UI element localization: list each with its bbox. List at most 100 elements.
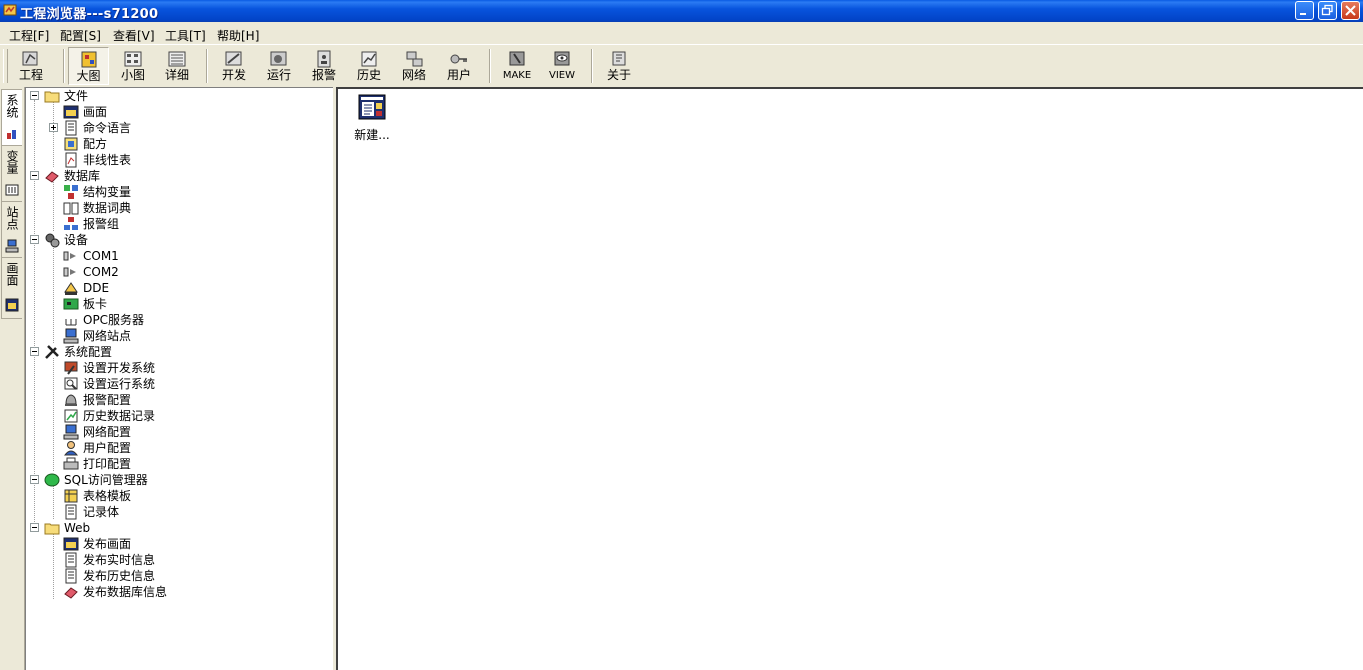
app-icon bbox=[3, 4, 17, 16]
database-icon bbox=[64, 587, 78, 599]
key-icon bbox=[450, 54, 467, 64]
alarm-icon bbox=[317, 50, 331, 68]
collapse-toggle[interactable] bbox=[30, 347, 39, 356]
tree-line bbox=[53, 246, 54, 343]
bell-icon bbox=[65, 394, 77, 406]
toolbar-grip[interactable] bbox=[3, 49, 8, 83]
window-title: 工程浏览器---s71200 bbox=[20, 7, 159, 22]
details-button[interactable]: 详细 bbox=[157, 47, 197, 85]
serial-port-icon bbox=[63, 267, 76, 277]
screen-icon bbox=[63, 537, 79, 551]
gears-icon bbox=[45, 233, 60, 248]
run-icon bbox=[270, 51, 287, 66]
project-icon bbox=[22, 51, 38, 66]
view-icon bbox=[554, 51, 570, 66]
restore-icon bbox=[1321, 4, 1333, 16]
stations-tab-icon bbox=[5, 239, 19, 253]
close-button[interactable] bbox=[1341, 1, 1360, 20]
collapse-toggle[interactable] bbox=[30, 91, 39, 100]
develop-button[interactable]: 开发 bbox=[213, 47, 255, 85]
computer-icon bbox=[63, 328, 79, 344]
content-pane: 新建... bbox=[336, 87, 1363, 670]
system-tab-icon bbox=[7, 130, 16, 139]
make-icon bbox=[509, 51, 525, 66]
network-button[interactable]: 网络 bbox=[393, 47, 435, 85]
alarm-group-icon bbox=[64, 217, 78, 230]
user-icon bbox=[63, 441, 79, 456]
large-icons-icon bbox=[81, 51, 96, 68]
folder-icon bbox=[44, 91, 60, 103]
new-screen-item[interactable]: 新建... bbox=[352, 93, 392, 143]
template-icon bbox=[64, 489, 78, 503]
menu-bar: 工程[F] 配置[S] 查看[V] 工具[T] 帮助[H] bbox=[0, 24, 1363, 44]
develop-icon bbox=[225, 51, 242, 66]
struct-icon bbox=[64, 185, 78, 199]
about-icon bbox=[612, 51, 626, 66]
tree-line bbox=[34, 100, 35, 532]
tab-variables[interactable]: 变量 bbox=[1, 145, 22, 202]
project-tree: 文件 画面 命令语言 配方 非线性表 数据库 结构变量 数据词典 报警组 设备 bbox=[25, 87, 333, 670]
run-settings-icon bbox=[64, 377, 78, 390]
small-icons-button[interactable]: 小图 bbox=[113, 47, 153, 85]
menu-help[interactable]: 帮助[H] bbox=[215, 26, 261, 45]
toolbar-separator bbox=[489, 49, 491, 83]
tab-screens[interactable]: 画面 bbox=[1, 257, 22, 319]
toolbar-separator bbox=[591, 49, 593, 83]
alarm-button[interactable]: 报警 bbox=[303, 47, 345, 85]
folder-icon bbox=[44, 523, 60, 535]
menu-project[interactable]: 工程[F] bbox=[7, 26, 51, 45]
close-icon bbox=[1345, 5, 1356, 16]
serial-port-icon bbox=[63, 251, 76, 261]
new-screen-icon bbox=[358, 94, 386, 120]
board-icon bbox=[63, 298, 79, 310]
about-button[interactable]: 关于 bbox=[598, 47, 640, 85]
opc-icon bbox=[64, 314, 78, 326]
document-icon bbox=[65, 120, 77, 136]
minimize-icon bbox=[1300, 13, 1306, 15]
sql-icon bbox=[44, 473, 60, 487]
variables-tab-icon bbox=[5, 184, 19, 196]
network-icon bbox=[406, 51, 423, 67]
side-tab-strip: 系统 变量 站点 画面 bbox=[0, 87, 25, 670]
tree-line bbox=[53, 358, 54, 471]
tab-system[interactable]: 系统 bbox=[1, 89, 22, 146]
tree-line bbox=[53, 182, 54, 231]
collapse-toggle[interactable] bbox=[30, 475, 39, 484]
document-icon bbox=[65, 568, 77, 584]
run-button[interactable]: 运行 bbox=[258, 47, 300, 85]
history-icon bbox=[361, 51, 377, 67]
screen-icon bbox=[63, 105, 79, 119]
user-button[interactable]: 用户 bbox=[438, 47, 480, 85]
toolbar-separator bbox=[206, 49, 208, 83]
dde-icon bbox=[64, 282, 78, 295]
collapse-toggle[interactable] bbox=[30, 523, 39, 532]
make-button[interactable]: MAKE bbox=[496, 47, 538, 85]
restore-button[interactable] bbox=[1318, 1, 1337, 20]
document-icon bbox=[65, 552, 77, 568]
tree-line bbox=[53, 486, 54, 519]
title-bar: 工程浏览器---s71200 bbox=[0, 0, 1363, 22]
recipe-icon bbox=[64, 137, 78, 151]
tree-line bbox=[53, 102, 54, 167]
project-button[interactable]: 工程 bbox=[12, 47, 50, 85]
tab-stations[interactable]: 站点 bbox=[1, 201, 22, 258]
view-button[interactable]: VIEW bbox=[541, 47, 583, 85]
history-button[interactable]: 历史 bbox=[348, 47, 390, 85]
minimize-button[interactable] bbox=[1295, 1, 1314, 20]
collapse-toggle[interactable] bbox=[30, 171, 39, 180]
chart-record-icon bbox=[64, 409, 78, 423]
menu-view[interactable]: 查看[V] bbox=[111, 26, 157, 45]
printer-icon bbox=[63, 457, 79, 470]
large-icons-button[interactable]: 大图 bbox=[68, 47, 109, 85]
expand-toggle[interactable] bbox=[49, 123, 58, 132]
dev-settings-icon bbox=[64, 361, 78, 375]
menu-tools[interactable]: 工具[T] bbox=[163, 26, 208, 45]
collapse-toggle[interactable] bbox=[30, 235, 39, 244]
tree-line bbox=[53, 534, 54, 599]
toolbar-separator bbox=[63, 49, 65, 83]
menu-config[interactable]: 配置[S] bbox=[58, 26, 103, 45]
database-icon bbox=[45, 171, 59, 183]
tools-icon bbox=[45, 345, 59, 359]
details-icon bbox=[168, 51, 186, 67]
screens-tab-icon bbox=[5, 298, 19, 312]
